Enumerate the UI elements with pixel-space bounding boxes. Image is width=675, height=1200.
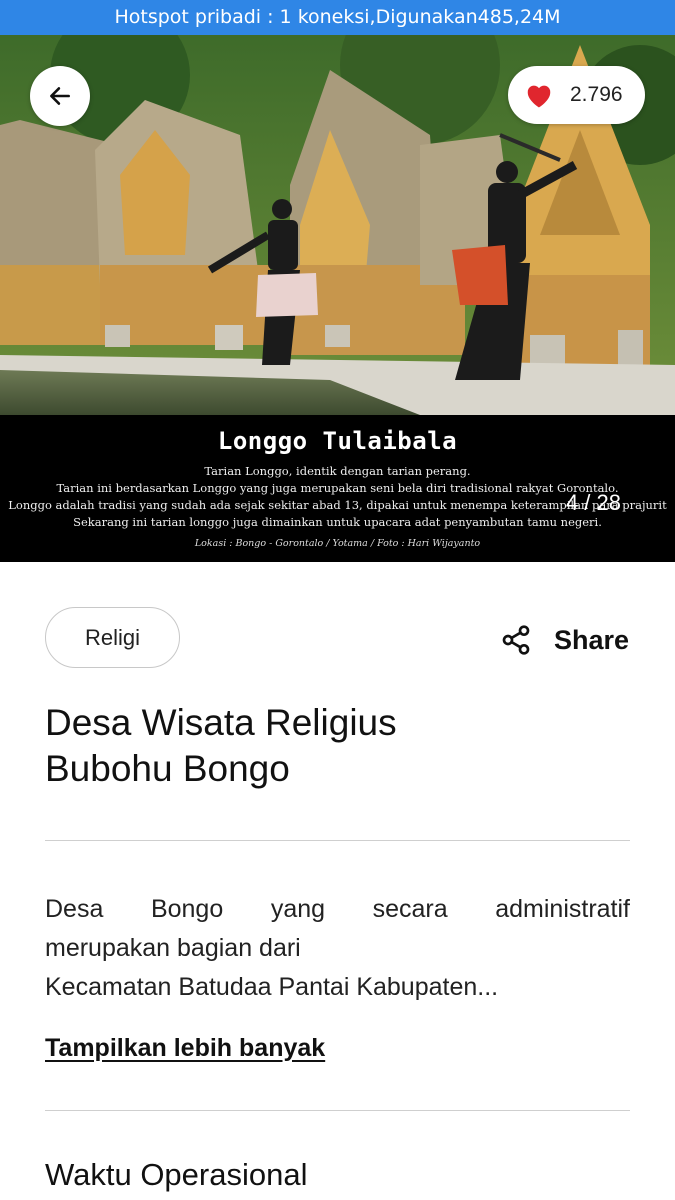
section-title-operating-hours: Waktu Operasional xyxy=(45,1157,308,1192)
like-count: 2.796 xyxy=(570,83,623,106)
category-tag[interactable]: Religi xyxy=(45,607,180,668)
category-tag-label: Religi xyxy=(84,624,141,650)
description-line: merupakan bagian dari xyxy=(45,934,301,962)
caption-credit: Lokasi : Bongo - Gorontalo / Yotama / Fo… xyxy=(194,538,481,549)
photo-caption: Longgo Tulaibala Tarian Longgo, identik … xyxy=(0,415,675,562)
page-title: Desa Wisata Religius Bubohu Bongo xyxy=(45,700,635,792)
divider xyxy=(45,840,630,841)
status-bar: Hotspot pribadi : 1 koneksi,Digunakan485… xyxy=(0,0,675,35)
back-button[interactable] xyxy=(30,66,90,126)
page-title-line: Desa Wisata Religius xyxy=(45,702,397,743)
caption-title: Longgo Tulaibala xyxy=(217,427,458,455)
heart-icon xyxy=(527,85,551,108)
description: Desa Bongo yang secara administratif mer… xyxy=(45,890,630,1007)
photo-counter: 4 / 28 xyxy=(565,490,621,515)
divider xyxy=(45,1110,630,1111)
share-button[interactable]: Share xyxy=(500,622,629,658)
description-line: Kecamatan Batudaa Pantai Kabupaten... xyxy=(45,973,499,1001)
status-bar-text: Hotspot pribadi : 1 koneksi,Digunakan485… xyxy=(114,6,561,28)
share-label: Share xyxy=(554,624,630,655)
description-line: Desa Bongo yang secara administratif xyxy=(45,895,630,923)
share-icon xyxy=(502,625,530,655)
caption-line: Sekarang ini tarian longgo juga dimainka… xyxy=(73,515,602,529)
show-more-link[interactable]: Tampilkan lebih banyak xyxy=(45,1034,325,1063)
arrow-left-icon xyxy=(50,87,70,105)
like-button[interactable]: 2.796 xyxy=(508,66,645,124)
page-title-line: Bubohu Bongo xyxy=(45,748,290,789)
caption-line: Tarian Longgo, identik dengan tarian per… xyxy=(204,464,471,478)
